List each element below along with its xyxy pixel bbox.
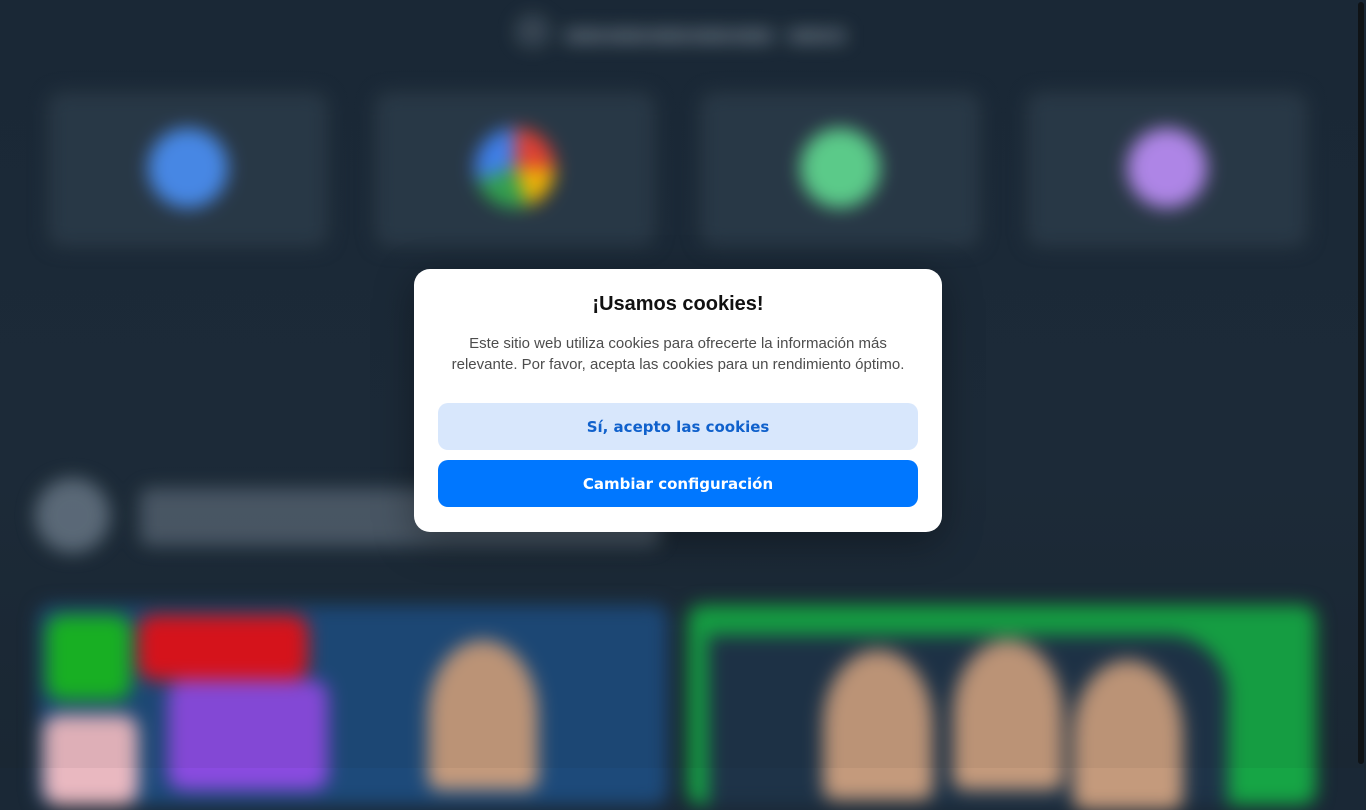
cookie-consent-dialog: ¡Usamos cookies! Este sitio web utiliza … (414, 269, 942, 532)
cookie-dialog-title: ¡Usamos cookies! (592, 293, 764, 315)
change-settings-button[interactable]: Cambiar configuración (438, 460, 918, 507)
cookie-dialog-message: Este sitio web utiliza cookies para ofre… (451, 335, 905, 373)
accept-cookies-button[interactable]: Sí, acepto las cookies (438, 403, 918, 450)
